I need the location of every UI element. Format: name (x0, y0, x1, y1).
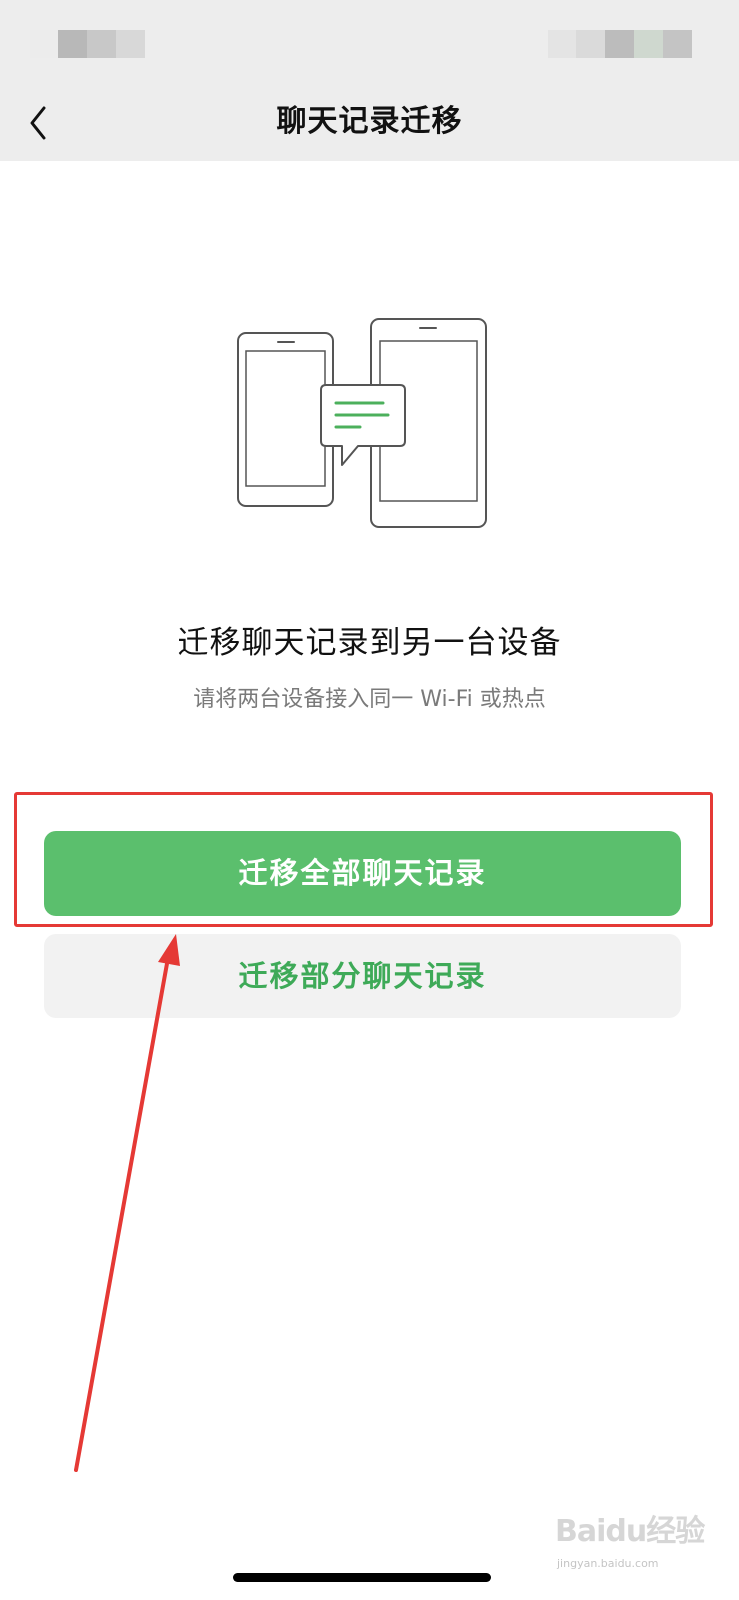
migrate-all-button[interactable]: 迁移全部聊天记录 (44, 831, 681, 916)
navigation-bar: 聊天记录迁移 (0, 0, 739, 161)
watermark-logo: Baidu经验 (555, 1514, 705, 1549)
baidu-jingyan-watermark: Baidu经验 jingyan.baidu.com (555, 1515, 715, 1585)
migration-heading: 迁移聊天记录到另一台设备 (177, 625, 562, 661)
migrate-partial-button[interactable]: 迁移部分聊天记录 (44, 934, 681, 1018)
page-title: 聊天记录迁移 (276, 104, 463, 139)
status-bar-right-blurred (548, 30, 692, 58)
two-phones-transfer-icon (230, 315, 500, 535)
status-bar-left-blurred (30, 30, 145, 58)
home-indicator (233, 1573, 491, 1582)
watermark-url: jingyan.baidu.com (557, 1557, 659, 1570)
migration-hint: 请将两台设备接入同一 Wi-Fi 或热点 (193, 687, 546, 712)
